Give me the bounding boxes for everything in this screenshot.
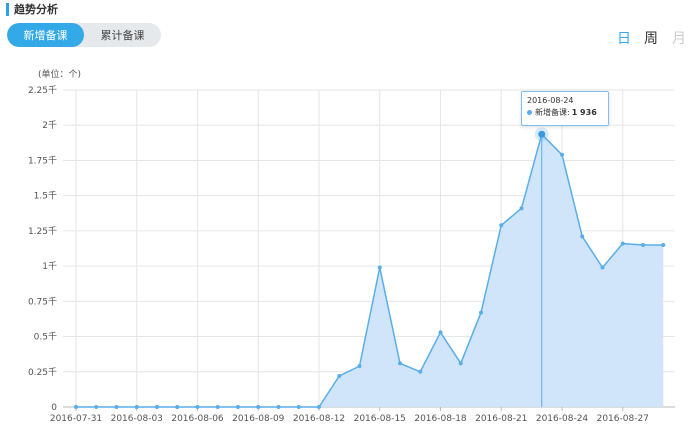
tooltip-series-row: 新增备课: 1 936 bbox=[527, 107, 597, 118]
data-point bbox=[620, 241, 625, 246]
data-point bbox=[641, 242, 645, 247]
y-tick-label: 1.25千 bbox=[28, 226, 57, 237]
data-point bbox=[134, 405, 139, 409]
chart-tooltip: 2016-08-24 新增备课: 1 936 bbox=[521, 91, 609, 126]
data-point bbox=[195, 405, 200, 409]
data-point bbox=[377, 265, 382, 270]
y-tick-label: 1.75千 bbox=[28, 155, 57, 166]
y-tick-label: 0.5千 bbox=[34, 332, 57, 343]
tooltip-value: 1 936 bbox=[571, 108, 597, 117]
data-point bbox=[74, 405, 78, 409]
data-point bbox=[519, 206, 524, 211]
data-point bbox=[94, 405, 99, 409]
data-point bbox=[155, 405, 159, 409]
x-tick-label: 2016-08-09 bbox=[232, 414, 285, 424]
highlight-point bbox=[538, 130, 546, 138]
y-tick-label: 0.75千 bbox=[28, 296, 57, 307]
data-point bbox=[398, 361, 402, 366]
data-point bbox=[114, 405, 119, 409]
trend-chart: 0 0.25千 0.5千 0.75千 1千 1.25千 1.5千 1.75千 2千 2.25千 20… bbox=[28, 85, 675, 424]
data-point bbox=[560, 152, 564, 157]
x-tick-label: 2016-08-24 bbox=[536, 414, 589, 424]
data-point bbox=[438, 330, 443, 335]
tooltip-date: 2016-08-24 bbox=[527, 96, 574, 105]
y-tick-label: 2.25千 bbox=[28, 85, 57, 96]
data-point bbox=[357, 364, 362, 369]
x-tick-label: 2016-08-27 bbox=[597, 414, 649, 424]
data-point bbox=[317, 405, 321, 409]
data-point bbox=[256, 405, 261, 409]
x-tick-label: 2016-08-12 bbox=[293, 414, 345, 424]
y-tick-label: 0 bbox=[51, 403, 57, 413]
data-point bbox=[458, 361, 463, 366]
y-tick-label: 0.25千 bbox=[28, 367, 57, 378]
y-tick-label: 1.5千 bbox=[34, 191, 57, 202]
tooltip-series-dot bbox=[527, 110, 532, 115]
x-tick-label: 2016-08-15 bbox=[354, 414, 406, 424]
data-point bbox=[499, 223, 504, 228]
data-point bbox=[236, 405, 240, 409]
data-point bbox=[661, 242, 666, 247]
data-point bbox=[337, 374, 342, 379]
x-tick-label: 2016-08-03 bbox=[111, 414, 163, 424]
y-tick-label: 2千 bbox=[42, 120, 57, 131]
data-point bbox=[175, 405, 180, 409]
data-point bbox=[296, 405, 301, 409]
data-point bbox=[215, 405, 220, 409]
series-area bbox=[76, 134, 664, 407]
x-tick-label: 2016-08-18 bbox=[414, 414, 467, 424]
x-tick-label: 2016-08-21 bbox=[475, 414, 527, 424]
data-point bbox=[580, 234, 585, 239]
data-point bbox=[276, 405, 281, 409]
data-point bbox=[479, 310, 483, 315]
x-tick-label: 2016-08-06 bbox=[171, 414, 224, 424]
y-tick-label: 1千 bbox=[42, 261, 57, 272]
data-point bbox=[418, 369, 423, 374]
data-point bbox=[600, 265, 605, 270]
tooltip-series-name: 新增备课: bbox=[535, 108, 570, 117]
x-tick-label: 2016-07-31 bbox=[50, 414, 102, 424]
